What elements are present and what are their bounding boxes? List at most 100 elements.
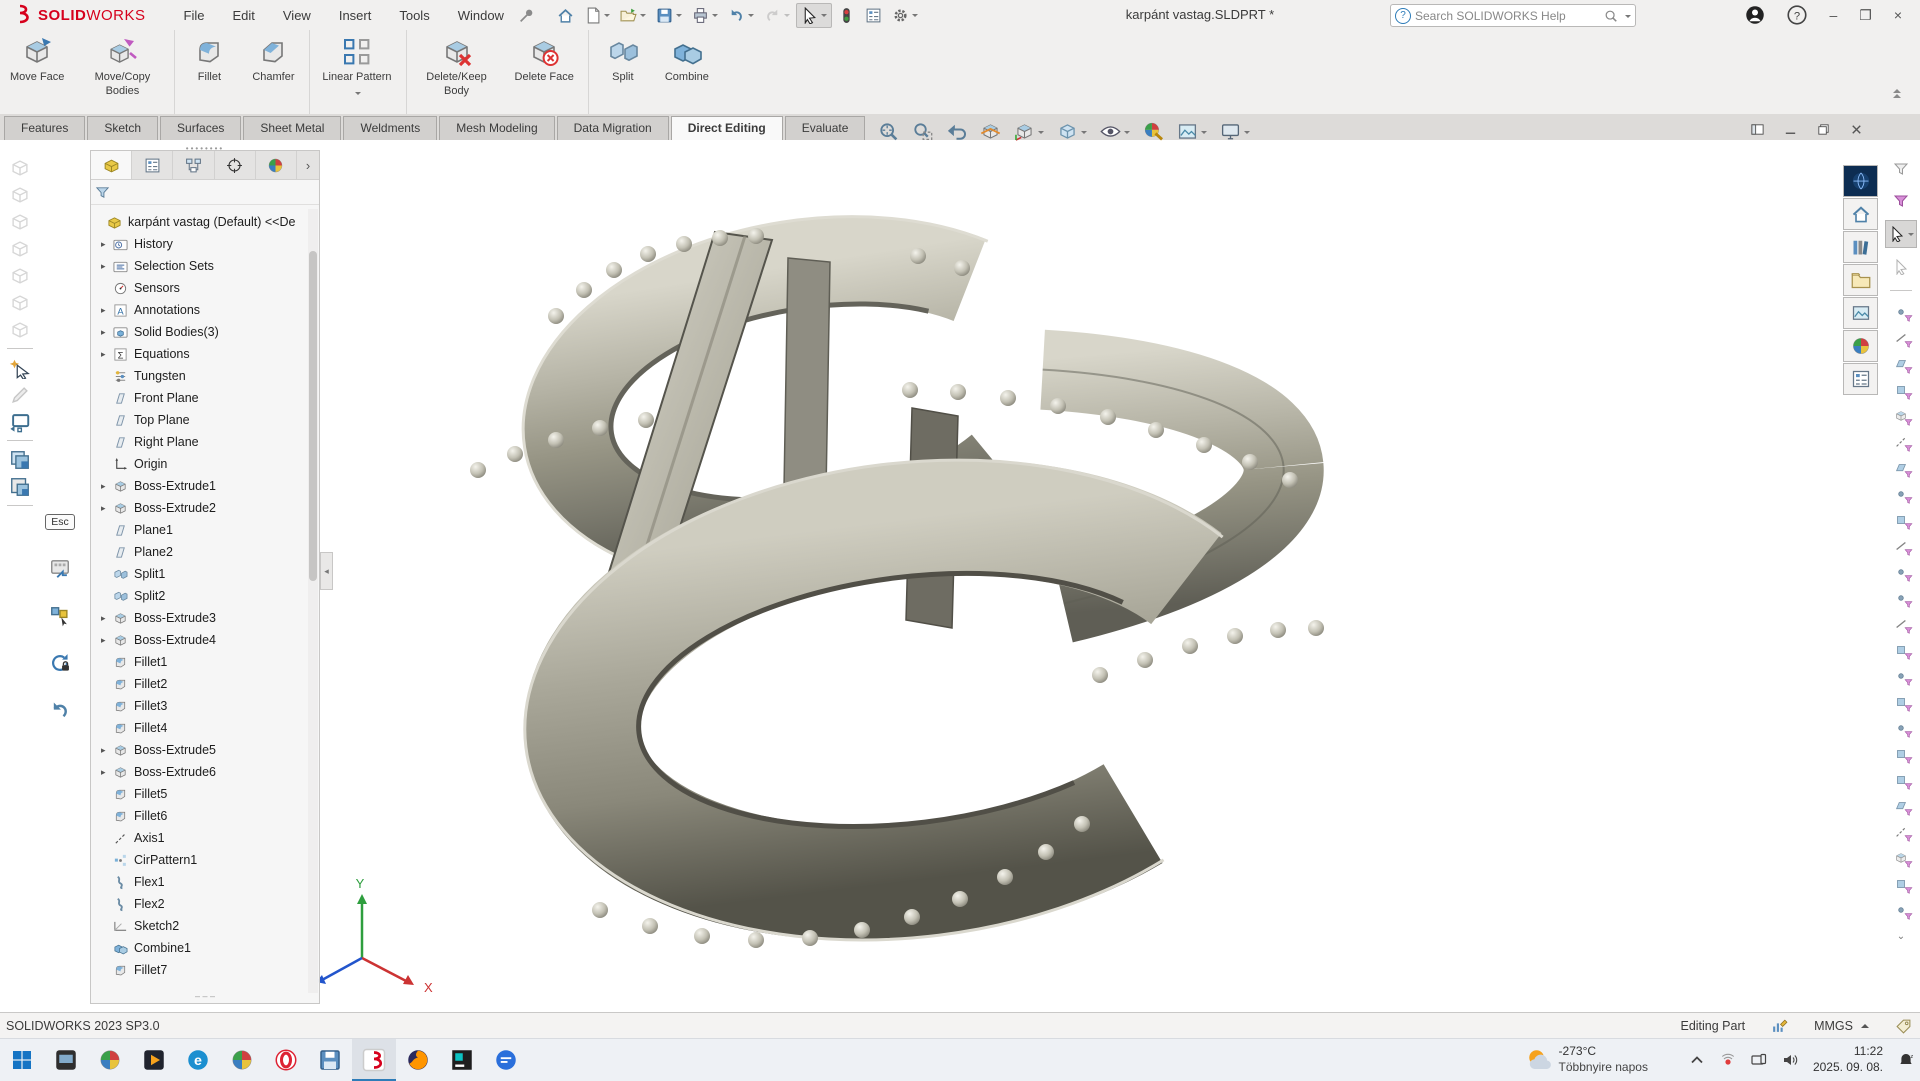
ribbon-tab[interactable]: Weldments <box>343 116 437 140</box>
previous-view-button[interactable] <box>946 121 967 142</box>
feature-tree-item[interactable]: Boss-Extrude4 <box>91 629 307 651</box>
filter-weld-symbols-button[interactable] <box>1888 819 1914 845</box>
feature-tree-item[interactable]: Boss-Extrude5 <box>91 739 307 761</box>
edit-icon[interactable] <box>6 381 34 408</box>
menu-item[interactable]: Window <box>444 3 518 28</box>
tag-icon[interactable] <box>1895 1018 1912 1035</box>
filter-solid-bodies-button[interactable] <box>1888 403 1914 429</box>
new-document-button[interactable] <box>580 4 614 27</box>
filter-surface-finish-button[interactable] <box>1888 793 1914 819</box>
browser-app-icon[interactable] <box>220 1039 264 1081</box>
home-tab[interactable] <box>1843 198 1878 230</box>
feature-tree-item[interactable]: Sketch2 <box>91 915 307 937</box>
filter-funnel-icon[interactable] <box>95 185 110 200</box>
file-properties-button[interactable] <box>861 4 886 27</box>
displaymanager-tab[interactable] <box>256 151 297 179</box>
filter-balloons-button[interactable] <box>1888 715 1914 741</box>
performance-icon[interactable] <box>1771 1018 1788 1035</box>
filter-faces-button[interactable] <box>1888 351 1914 377</box>
undo-button[interactable] <box>724 4 758 27</box>
design-library-tab[interactable] <box>1843 231 1878 263</box>
more-filters-button[interactable]: ⌄ <box>1897 931 1905 942</box>
feature-tree-item[interactable]: Top Plane <box>91 409 307 431</box>
dropdown-caret-icon[interactable] <box>748 14 754 20</box>
feature-tree-item[interactable]: CirPattern1 <box>91 849 307 871</box>
feature-tree-item[interactable]: History <box>91 233 307 255</box>
recording-indicator-icon[interactable] <box>1720 1052 1736 1068</box>
escape-key-button[interactable]: Esc <box>46 508 74 535</box>
tray-expand-chevron[interactable] <box>1689 1052 1705 1068</box>
left-toolbar-button[interactable] <box>7 348 33 349</box>
feature-tree-item[interactable]: Front Plane <box>91 387 307 409</box>
feature-tree-item[interactable]: Plane1 <box>91 519 307 541</box>
feature-tree-item[interactable]: Selection Sets <box>91 255 307 277</box>
feature-tree-item[interactable]: Right Plane <box>91 431 307 453</box>
view-tool-cube-6[interactable] <box>6 289 34 316</box>
unit-system-text[interactable]: MMGS <box>1814 1019 1853 1033</box>
taskbar-clock[interactable]: 11:22 2025. 09. 08. <box>1813 1044 1883 1075</box>
filter-surface-bodies-button[interactable] <box>1888 377 1914 403</box>
command-button[interactable]: Chamfer <box>241 30 310 114</box>
filter-axes-button[interactable] <box>1888 429 1914 455</box>
menu-item[interactable]: View <box>269 3 325 28</box>
feature-tree-item[interactable]: Annotations <box>91 299 307 321</box>
filter-hole-callouts-button[interactable] <box>1888 663 1914 689</box>
firefox-browser-icon[interactable] <box>396 1039 440 1081</box>
feature-tree-item[interactable]: Fillet2 <box>91 673 307 695</box>
unit-system-caret-icon[interactable] <box>1861 1020 1869 1028</box>
command-button[interactable]: Move/Copy Bodies <box>74 30 175 114</box>
display-style-button[interactable] <box>1057 121 1087 142</box>
ide-app-icon[interactable] <box>440 1039 484 1081</box>
feature-tree-item[interactable]: Plane2 <box>91 541 307 563</box>
opera-browser-icon[interactable] <box>264 1039 308 1081</box>
configurationmanager-tab[interactable] <box>173 151 214 179</box>
tree-filter-row[interactable] <box>91 180 319 205</box>
command-button[interactable]: Move Face <box>0 30 74 114</box>
close-document-button[interactable] <box>1849 122 1864 137</box>
feature-tree-item[interactable]: Fillet1 <box>91 651 307 673</box>
panel-collapse-handle[interactable]: ◂ <box>320 552 333 590</box>
display-device-icon[interactable] <box>1751 1052 1767 1068</box>
search-scope-caret-icon[interactable] <box>1625 15 1631 21</box>
minimize-window-button[interactable]: – <box>1829 7 1837 23</box>
feature-tree-item[interactable]: Boss-Extrude6 <box>91 761 307 783</box>
select-tool-button[interactable] <box>1885 220 1917 248</box>
expand-arrow-icon[interactable] <box>101 239 113 250</box>
dropdown-caret-icon[interactable] <box>1038 131 1044 137</box>
ribbon-tab[interactable]: Features <box>4 116 85 140</box>
filter-center-marks-button[interactable] <box>1888 585 1914 611</box>
ribbon-tab[interactable]: Data Migration <box>557 116 669 140</box>
filter-datums-button[interactable] <box>1888 741 1914 767</box>
graphics-area[interactable]: Y X <box>0 140 1920 1012</box>
filter-centerlines-button[interactable] <box>1888 611 1914 637</box>
feature-tree-item[interactable]: Fillet4 <box>91 717 307 739</box>
filter-sketch-points-button[interactable] <box>1888 481 1914 507</box>
show-featuremanager-button[interactable] <box>1750 122 1765 137</box>
feature-tree-item[interactable]: Flex2 <box>91 893 307 915</box>
options-button[interactable] <box>888 4 922 27</box>
file-explorer-tab[interactable] <box>1843 264 1878 296</box>
expand-arrow-icon[interactable] <box>101 349 113 360</box>
feature-tree-item[interactable]: Combine1 <box>91 937 307 959</box>
feature-tree-item[interactable]: Fillet3 <box>91 695 307 717</box>
ribbon-tab[interactable]: Sketch <box>87 116 158 140</box>
dropdown-caret-icon[interactable] <box>784 14 790 20</box>
dropdown-caret-icon[interactable] <box>1908 233 1914 239</box>
magnified-selection-button[interactable] <box>1886 254 1916 280</box>
filter-cosmetic-threads-button[interactable] <box>1888 845 1914 871</box>
view-orientation-button[interactable] <box>1014 121 1044 142</box>
menu-item[interactable]: Tools <box>385 3 443 28</box>
volume-icon[interactable] <box>1782 1052 1798 1068</box>
filter-sketches-button[interactable] <box>1888 507 1914 533</box>
command-button[interactable]: Combine <box>655 30 719 114</box>
feature-tree-item[interactable]: Boss-Extrude2 <box>91 497 307 519</box>
menu-item[interactable]: Edit <box>218 3 268 28</box>
weather-widget[interactable]: -273°C Többnyire napos <box>1526 1044 1648 1075</box>
feature-tree-item[interactable]: Boss-Extrude1 <box>91 475 307 497</box>
feature-tree-root[interactable]: karpánt vastag (Default) <<De <box>91 211 307 233</box>
dropdown-caret-icon[interactable] <box>1081 131 1087 137</box>
feature-tree-item[interactable]: Solid Bodies(3) <box>91 321 307 343</box>
tree-scrollbar[interactable] <box>308 209 318 993</box>
menu-item[interactable]: File <box>170 3 219 28</box>
filter-sketch-segments-button[interactable] <box>1888 533 1914 559</box>
